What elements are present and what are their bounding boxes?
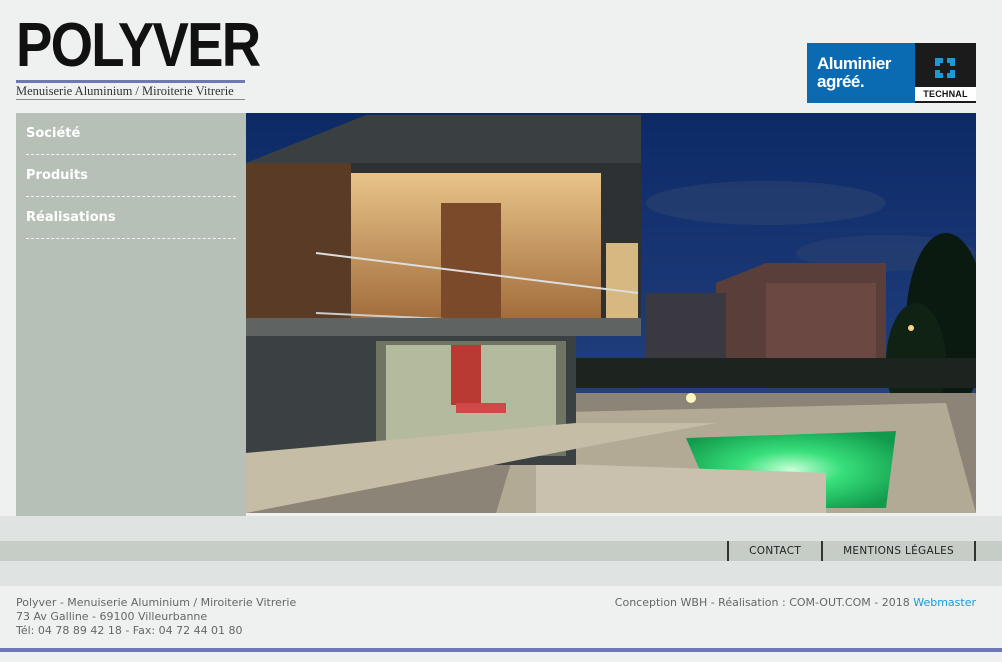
- footer-company: Polyver - Menuiserie Aluminium / Miroite…: [16, 596, 297, 609]
- badge-technal: TECHNAL: [915, 43, 976, 103]
- badge-aluminier: Aluminier agréé.: [807, 43, 915, 103]
- header: POLYVER Menuiserie Aluminium / Miroiteri…: [0, 0, 1002, 113]
- nav-label: Réalisations: [26, 210, 116, 225]
- mentions-legales-link[interactable]: MENTIONS LÉGALES: [821, 541, 976, 561]
- site-logo[interactable]: POLYVER Menuiserie Aluminium / Miroiteri…: [16, 11, 261, 100]
- webmaster-link[interactable]: Webmaster: [913, 596, 976, 609]
- logo-tagline: Menuiserie Aluminium / Miroiterie Vitrer…: [16, 84, 234, 98]
- footer-credits-text: Conception WBH - Réalisation : COM-OUT.C…: [614, 596, 910, 609]
- nav-label: Société: [26, 126, 81, 141]
- footer-address: 73 Av Galline - 69100 Villeurbanne: [16, 610, 208, 623]
- nav-item-societe[interactable]: Société: [26, 113, 236, 155]
- badge-brand-label: TECHNAL: [915, 87, 976, 101]
- footer-contact-info: Polyver - Menuiserie Aluminium / Miroite…: [16, 596, 296, 638]
- technal-badge: Aluminier agréé. TECHNAL: [807, 43, 976, 103]
- nav-item-produits[interactable]: Produits: [26, 155, 236, 197]
- divider-strip: [0, 516, 1002, 541]
- badge-line2: agréé.: [817, 72, 865, 91]
- contact-link[interactable]: CONTACT: [727, 541, 821, 561]
- footer-links: CONTACT MENTIONS LÉGALES: [727, 541, 976, 561]
- nav-label: Produits: [26, 168, 88, 183]
- bottom-fill: [0, 652, 1002, 662]
- nav-item-realisations[interactable]: Réalisations: [26, 197, 236, 239]
- logo-rule: [16, 80, 245, 83]
- divider-strip-lower: [0, 561, 1002, 586]
- badge-line1: Aluminier: [817, 54, 891, 73]
- sidebar-nav: Société Produits Réalisations: [16, 113, 246, 516]
- logo-underline: [16, 99, 245, 100]
- hero-house-image: [246, 113, 976, 513]
- footer-credits: Conception WBH - Réalisation : COM-OUT.C…: [615, 596, 976, 609]
- logo-wordmark: POLYVER: [16, 11, 261, 80]
- footer-phone: Tél: 04 78 89 42 18 - Fax: 04 72 44 01 8…: [16, 624, 243, 637]
- footer-menu-bar: CONTACT MENTIONS LÉGALES: [0, 541, 1002, 561]
- hero-photo: [246, 113, 976, 513]
- footer: Polyver - Menuiserie Aluminium / Miroite…: [0, 586, 1002, 648]
- technal-mark-icon: [935, 58, 955, 78]
